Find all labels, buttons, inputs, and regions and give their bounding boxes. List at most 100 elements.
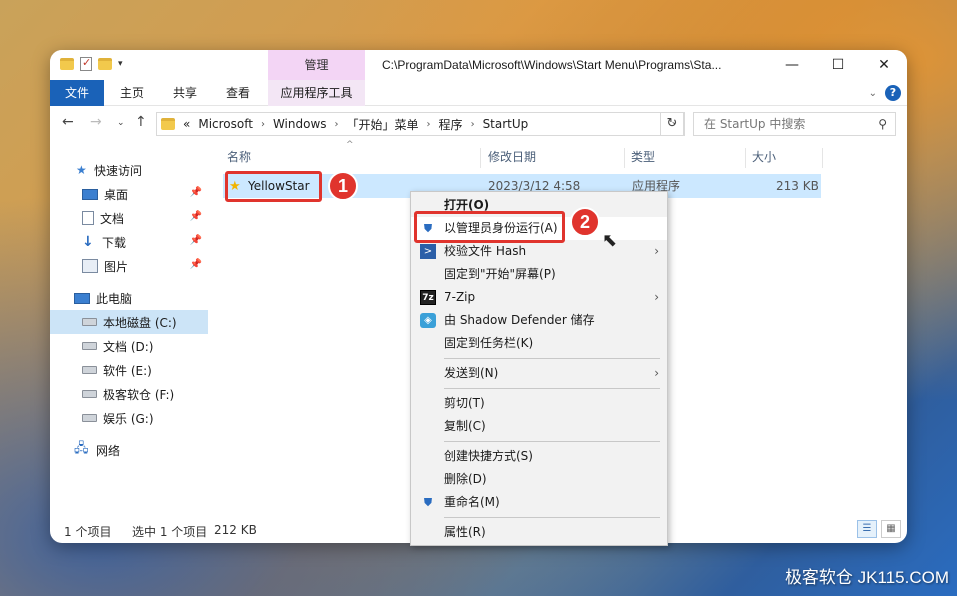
sidebar-item-drive-f[interactable]: 极客软仓 (F:) <box>50 382 208 406</box>
column-divider[interactable] <box>822 148 823 168</box>
menu-item-pin-taskbar[interactable]: 固定到任务栏(K) <box>411 332 667 355</box>
column-header-size[interactable]: 大小 <box>752 144 776 170</box>
sidebar-item-label: 文档 (D:) <box>103 339 154 354</box>
chevron-right-icon: › <box>654 290 659 304</box>
chevron-right-icon[interactable]: › <box>427 119 431 130</box>
step-badge-1: 1 <box>328 171 358 201</box>
sidebar-item-pictures[interactable]: 图片 📌 <box>50 254 208 278</box>
tab-application-tools[interactable]: 应用程序工具 <box>268 80 365 106</box>
window-title: C:\ProgramData\Microsoft\Windows\Start M… <box>382 58 722 72</box>
details-view-icon[interactable]: ☰ <box>857 520 877 538</box>
drive-icon <box>82 318 97 326</box>
sidebar-item-label: 网络 <box>96 443 121 458</box>
folder-icon[interactable] <box>60 58 74 70</box>
sidebar-item-label: 此电脑 <box>96 291 133 306</box>
new-folder-icon[interactable] <box>98 58 112 70</box>
status-selected: 选中 1 个项目 <box>132 525 208 539</box>
sidebar-item-quick-access[interactable]: ★ 快速访问 <box>50 158 208 182</box>
column-divider[interactable] <box>624 148 625 168</box>
column-header-modified[interactable]: 修改日期 <box>488 144 536 170</box>
refresh-button[interactable]: ↻ <box>660 112 684 136</box>
breadcrumb-item[interactable]: StartUp <box>483 117 529 131</box>
large-icons-view-icon[interactable]: ▦ <box>881 520 901 538</box>
menu-item-shadow-defender[interactable]: ◈ 由 Shadow Defender 储存 <box>411 309 667 332</box>
menu-item-label: 重命名(M) <box>444 495 500 509</box>
tab-file[interactable]: 文件 <box>50 80 104 106</box>
address-bar[interactable]: « Microsoft › Windows › 「开始」菜单 › 程序 › St… <box>156 112 685 136</box>
recent-locations-icon[interactable]: ⌄ <box>117 118 125 128</box>
chevron-right-icon[interactable]: › <box>261 119 265 130</box>
file-size: 213 KB <box>776 179 819 193</box>
pin-icon[interactable]: 📌 <box>190 187 202 198</box>
status-size: 212 KB <box>214 523 257 537</box>
sidebar-item-drive-e[interactable]: 软件 (E:) <box>50 358 208 382</box>
menu-item-cut[interactable]: 剪切(T) <box>411 392 667 415</box>
column-header-type[interactable]: 类型 <box>631 144 655 170</box>
navigation-bar: ← → ⌄ ↑ « Microsoft › Windows › 「开始」菜单 ›… <box>50 110 907 138</box>
sidebar-item-drive-d[interactable]: 文档 (D:) <box>50 334 208 358</box>
breadcrumb-item[interactable]: 「开始」菜单 <box>347 116 419 133</box>
pin-icon[interactable]: 📌 <box>190 235 202 246</box>
breadcrumb-item[interactable]: Windows <box>273 117 327 131</box>
drive-icon <box>82 366 97 374</box>
search-placeholder: 在 StartUp 中搜索 <box>704 117 806 131</box>
chevron-right-icon[interactable]: › <box>471 119 475 130</box>
customize-dropdown-icon[interactable]: ▾ <box>118 59 123 69</box>
column-header-name[interactable]: 名称 <box>227 144 251 170</box>
search-input[interactable]: 在 StartUp 中搜索 ⚲ <box>693 112 896 136</box>
menu-item-label: 发送到(N) <box>444 366 499 380</box>
back-arrow-icon[interactable]: ← <box>62 114 74 130</box>
sidebar-item-drive-g[interactable]: 娱乐 (G:) <box>50 406 208 430</box>
column-divider[interactable] <box>480 148 481 168</box>
ribbon-tabs: 文件 主页 共享 查看 应用程序工具 ⌄ ? <box>50 80 907 106</box>
expand-ribbon-icon[interactable]: ⌄ <box>869 88 877 99</box>
menu-separator <box>444 358 660 359</box>
sidebar-item-desktop[interactable]: 桌面 📌 <box>50 182 208 206</box>
sidebar-item-label: 图片 <box>104 259 129 274</box>
menu-item-label: 创建快捷方式(S) <box>444 449 533 463</box>
tab-home[interactable]: 主页 <box>120 80 144 106</box>
tab-manage[interactable]: 管理 <box>268 50 365 80</box>
sidebar-item-this-pc[interactable]: 此电脑 <box>50 286 208 310</box>
maximize-button[interactable]: ☐ <box>815 50 861 80</box>
breadcrumb-item[interactable]: Microsoft <box>198 117 253 131</box>
sidebar-item-network[interactable]: 🖧 网络 <box>50 438 208 462</box>
breadcrumb-overflow[interactable]: « <box>183 117 190 131</box>
menu-item-delete[interactable]: 删除(D) <box>411 468 667 491</box>
properties-icon[interactable] <box>80 56 92 71</box>
chevron-right-icon[interactable]: › <box>335 119 339 130</box>
menu-item-rename[interactable]: ⛊ 重命名(M) <box>411 491 667 514</box>
menu-item-copy[interactable]: 复制(C) <box>411 415 667 438</box>
sidebar-item-drive-c[interactable]: 本地磁盘 (C:) <box>50 310 208 334</box>
column-divider[interactable] <box>745 148 746 168</box>
minimize-button[interactable]: — <box>769 50 815 80</box>
menu-item-properties[interactable]: 属性(R) <box>411 521 667 544</box>
network-icon: 🖧 <box>74 441 89 456</box>
menu-item-hash[interactable]: > 校验文件 Hash › <box>411 240 667 263</box>
menu-item-7zip[interactable]: 7z 7-Zip › <box>411 286 667 309</box>
tab-view[interactable]: 查看 <box>226 80 250 106</box>
menu-item-pin-start[interactable]: 固定到"开始"屏幕(P) <box>411 263 667 286</box>
sidebar-item-label: 快速访问 <box>94 163 143 178</box>
menu-item-label: 剪切(T) <box>444 396 485 410</box>
menu-item-create-shortcut[interactable]: 创建快捷方式(S) <box>411 445 667 468</box>
tab-share[interactable]: 共享 <box>173 80 197 106</box>
pin-icon[interactable]: 📌 <box>190 211 202 222</box>
chevron-right-icon: › <box>654 244 659 258</box>
close-button[interactable]: ✕ <box>861 50 907 80</box>
menu-item-label: 7-Zip <box>444 290 476 304</box>
view-switcher: ☰ ▦ <box>857 520 901 538</box>
sidebar-item-downloads[interactable]: ↓ 下载 📌 <box>50 230 208 254</box>
menu-item-label: 由 Shadow Defender 储存 <box>444 313 595 327</box>
title-bar: ▾ 管理 C:\ProgramData\Microsoft\Windows\St… <box>50 50 907 80</box>
drive-icon <box>82 390 97 398</box>
sidebar-item-documents[interactable]: 文档 📌 <box>50 206 208 230</box>
forward-arrow-icon[interactable]: → <box>90 114 102 130</box>
help-icon[interactable]: ? <box>885 85 901 101</box>
pc-icon <box>74 292 90 304</box>
pin-icon[interactable]: 📌 <box>190 259 202 270</box>
breadcrumb-item[interactable]: 程序 <box>439 116 463 133</box>
menu-item-send-to[interactable]: 发送到(N) › <box>411 362 667 385</box>
up-arrow-icon[interactable]: ↑ <box>135 114 147 130</box>
sidebar-item-label: 下载 <box>102 235 127 250</box>
